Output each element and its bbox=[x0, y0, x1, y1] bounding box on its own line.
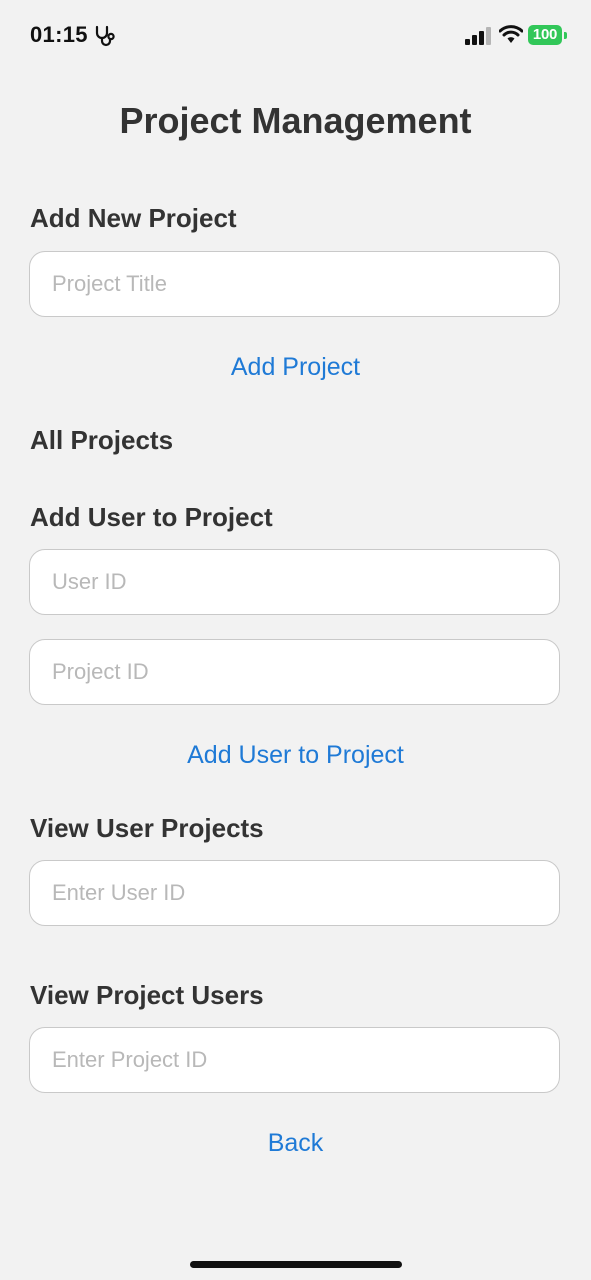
user-id-input[interactable] bbox=[29, 549, 560, 615]
cellular-signal-icon bbox=[465, 27, 491, 45]
view-project-id-input[interactable] bbox=[29, 1027, 560, 1093]
view-user-id-input[interactable] bbox=[29, 860, 560, 926]
status-time: 01:15 bbox=[30, 22, 88, 47]
view-project-users-heading: View Project Users bbox=[30, 980, 264, 1010]
view-user-projects-heading: View User Projects bbox=[30, 813, 264, 843]
back-button[interactable]: Back bbox=[0, 1129, 591, 1158]
add-user-to-project-heading: Add User to Project bbox=[30, 502, 273, 532]
add-user-to-project-button[interactable]: Add User to Project bbox=[0, 741, 591, 770]
all-projects-heading: All Projects bbox=[30, 425, 174, 455]
home-indicator[interactable] bbox=[190, 1261, 402, 1268]
status-bar: 01:15 100 bbox=[0, 0, 591, 70]
add-project-button[interactable]: Add Project bbox=[0, 353, 591, 382]
page-title: Project Management bbox=[119, 100, 472, 141]
stethoscope-icon bbox=[95, 25, 115, 47]
battery-icon: 100 bbox=[528, 25, 562, 45]
app-screen: 01:15 100 Project Management Add New Pro… bbox=[0, 0, 591, 1280]
add-new-project-heading: Add New Project bbox=[30, 203, 237, 233]
battery-cap bbox=[564, 32, 567, 39]
wifi-icon bbox=[499, 25, 523, 43]
project-title-input[interactable] bbox=[29, 251, 560, 317]
project-id-input[interactable] bbox=[29, 639, 560, 705]
